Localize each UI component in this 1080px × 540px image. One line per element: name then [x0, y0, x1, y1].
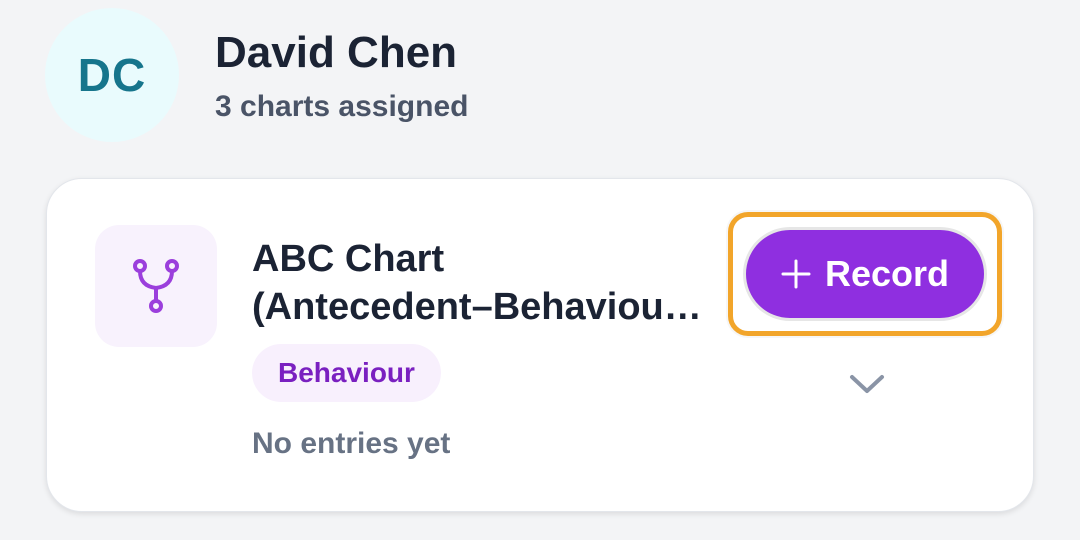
record-button-label: Record — [824, 253, 950, 294]
record-button-focus-ring: Record — [728, 212, 1002, 336]
avatar: DC — [45, 8, 179, 142]
chart-title-line-2: (Antecedent–Behaviou… — [252, 286, 702, 328]
chevron-down-icon — [850, 375, 884, 393]
student-charts-screen: DC David Chen 3 charts assigned ABC Char… — [0, 0, 1080, 540]
chart-title-line-1: ABC Chart — [252, 238, 445, 280]
record-button[interactable]: Record — [743, 227, 987, 321]
expand-chart-toggle[interactable] — [847, 369, 887, 399]
avatar-initials: DC — [77, 49, 147, 101]
chart-icon-tile — [95, 225, 217, 347]
branch-fork-icon — [133, 259, 179, 313]
user-name: David Chen — [215, 28, 458, 77]
chart-card: ABC Chart (Antecedent–Behaviou… Behaviou… — [46, 178, 1034, 512]
category-tag: Behaviour — [252, 344, 441, 402]
chart-title: ABC Chart (Antecedent–Behaviou… — [252, 235, 722, 331]
entries-status: No entries yet — [252, 427, 451, 460]
charts-assigned-count: 3 charts assigned — [215, 90, 469, 123]
plus-icon — [781, 259, 811, 289]
